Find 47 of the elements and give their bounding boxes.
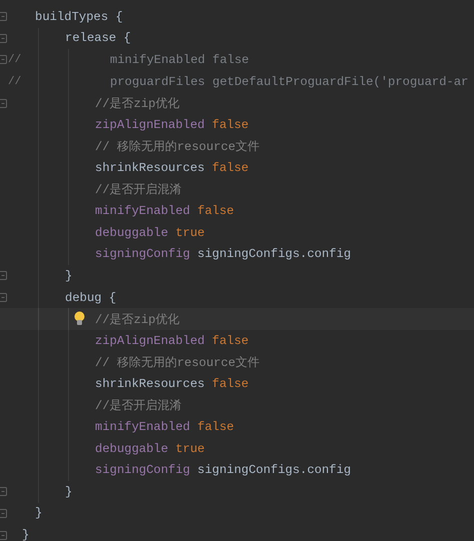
boolean-literal: false xyxy=(212,334,249,348)
code-text: debug { xyxy=(65,290,116,305)
code-text: release { xyxy=(65,31,131,46)
property-name: zipAlignEnabled xyxy=(95,334,205,348)
code-text: signingConfigs.config xyxy=(197,247,351,262)
property-name: debuggable xyxy=(95,442,168,456)
commented-code: minifyEnabled false xyxy=(110,52,249,67)
fold-icon[interactable] xyxy=(0,34,7,43)
fold-icon[interactable] xyxy=(0,530,7,540)
boolean-literal: false xyxy=(212,118,249,132)
lightbulb-icon[interactable] xyxy=(74,311,85,326)
property-name: debuggable xyxy=(95,226,168,240)
code-text: buildTypes { xyxy=(35,10,123,24)
boolean-literal: false xyxy=(197,204,234,218)
code-comment: // 移除无用的resource文件 xyxy=(95,354,260,371)
boolean-literal: false xyxy=(212,376,249,391)
property-name: minifyEnabled xyxy=(95,204,190,218)
boolean-literal: false xyxy=(197,420,234,434)
code-text: } xyxy=(65,484,72,499)
gutter-comment-mark: // xyxy=(8,54,22,66)
property-name: signingConfig xyxy=(95,463,190,478)
code-comment: //是否zip优化 xyxy=(95,312,180,328)
code-text: signingConfigs.config xyxy=(197,463,351,478)
fold-icon[interactable] xyxy=(0,293,7,302)
code-text: } xyxy=(22,528,30,541)
boolean-literal: true xyxy=(175,226,205,240)
code-text: shrinkResources xyxy=(95,160,205,175)
code-text: shrinkResources xyxy=(95,376,205,391)
gutter-comment-mark: // xyxy=(8,76,22,88)
code-text: } xyxy=(35,506,42,520)
property-name: zipAlignEnabled xyxy=(95,118,205,132)
boolean-literal: false xyxy=(212,160,249,175)
fold-icon[interactable] xyxy=(0,508,7,518)
code-comment: //是否开启混淆 xyxy=(95,398,182,414)
code-comment: //是否开启混淆 xyxy=(95,182,182,198)
fold-icon[interactable] xyxy=(0,12,7,22)
code-comment: //是否zip优化 xyxy=(95,96,180,112)
boolean-literal: true xyxy=(175,442,205,456)
fold-icon[interactable] xyxy=(0,55,7,64)
code-comment: // 移除无用的resource文件 xyxy=(95,138,260,155)
fold-icon[interactable] xyxy=(0,98,7,108)
code-text: } xyxy=(65,268,72,283)
commented-code: proguardFiles getDefaultProguardFile('proguard-ar xyxy=(110,74,468,89)
fold-icon[interactable] xyxy=(0,487,7,496)
fold-icon[interactable] xyxy=(0,271,7,280)
property-name: minifyEnabled xyxy=(95,420,190,434)
property-name: signingConfig xyxy=(95,247,190,262)
